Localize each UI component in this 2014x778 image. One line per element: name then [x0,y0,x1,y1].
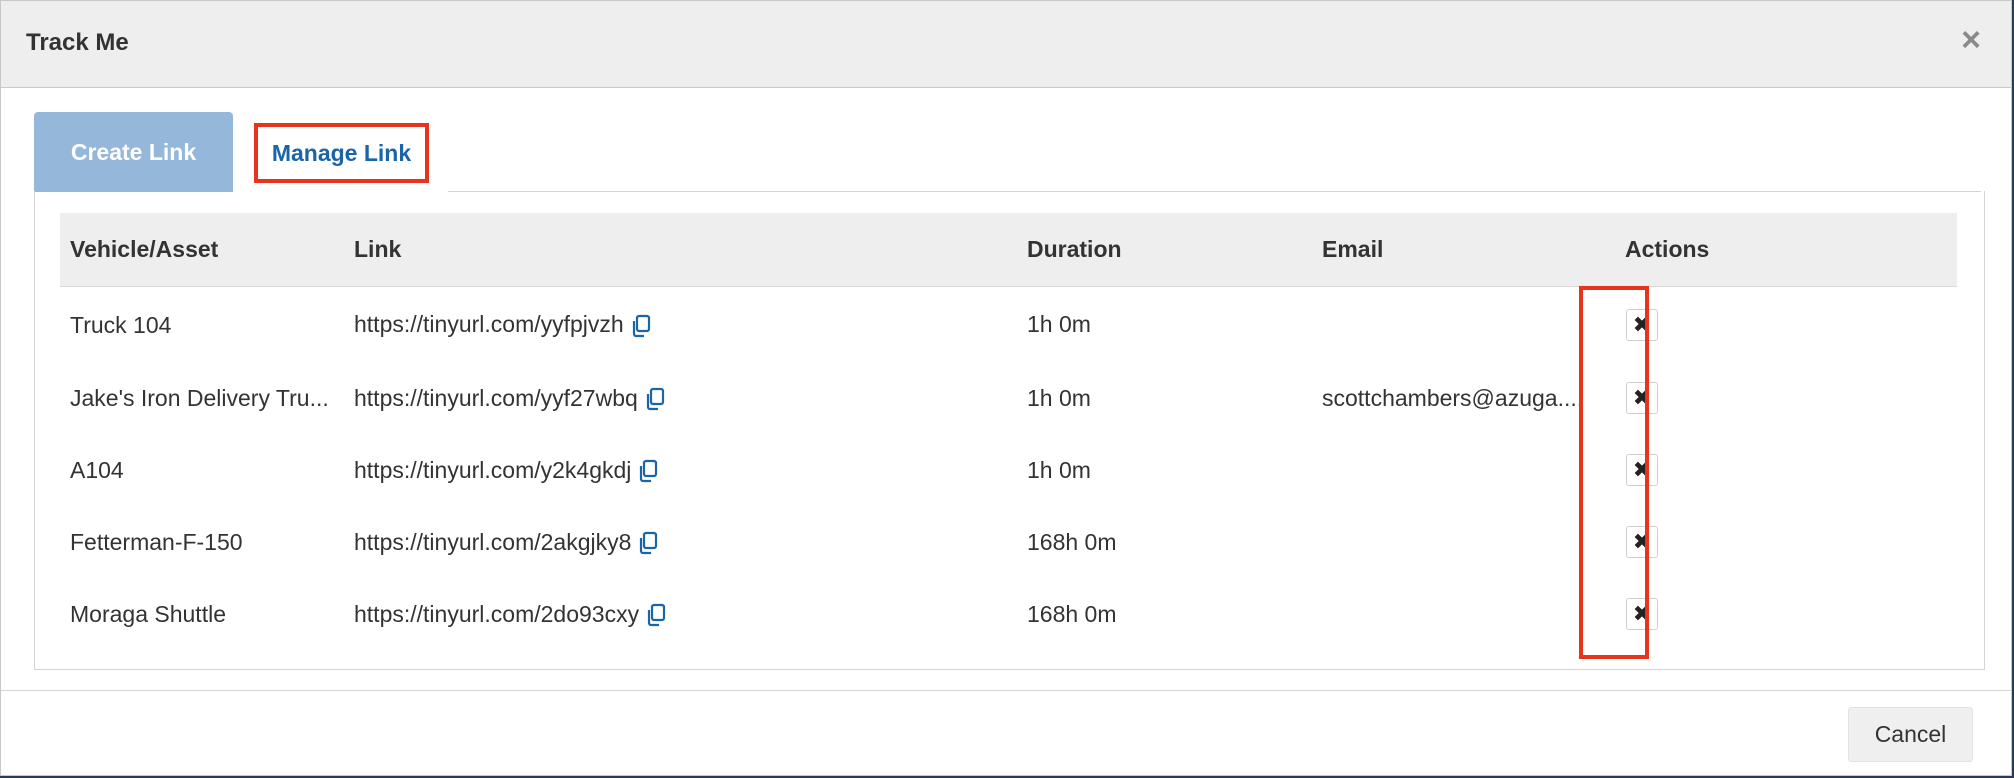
vehicle-cell: Truck 104 [70,311,172,338]
link-text[interactable]: https://tinyurl.com/yyfpjvzh [354,311,624,337]
table-row: Jake's Iron Delivery Tru... https://tiny… [60,362,1957,434]
header-email: Email [1312,213,1615,287]
email-cell [1312,578,1615,650]
delete-link-button[interactable]: ✖ [1626,382,1658,414]
copy-icon[interactable] [637,459,659,483]
copy-icon[interactable] [645,603,667,627]
table-row: Truck 104 https://tinyurl.com/yyfpjvzh 1… [60,287,1957,363]
link-text[interactable]: https://tinyurl.com/2do93cxy [354,601,639,627]
actions-cell: ✖ [1615,578,1957,650]
email-cell [1312,434,1615,506]
actions-cell: ✖ [1615,287,1957,363]
delete-link-button[interactable]: ✖ [1626,598,1658,630]
duration-cell: 1h 0m [1027,384,1091,411]
tab-create-link[interactable]: Create Link [34,112,233,192]
link-cell: https://tinyurl.com/2do93cxy [344,578,1017,650]
cancel-button[interactable]: Cancel [1848,707,1973,762]
copy-icon[interactable] [630,314,652,338]
link-text[interactable]: https://tinyurl.com/2akgjky8 [354,529,631,555]
table-header-row: Vehicle/Asset Link Duration Email Action… [60,213,1957,287]
copy-icon[interactable] [644,387,666,411]
footer-divider [1,690,2011,691]
duration-cell: 168h 0m [1027,600,1117,627]
tab-manage-link[interactable]: Manage Link [254,123,429,183]
actions-cell: ✖ [1615,506,1957,578]
actions-cell: ✖ [1615,434,1957,506]
table-row: A104 https://tinyurl.com/y2k4gkdj 1h 0m … [60,434,1957,506]
copy-icon[interactable] [637,531,659,555]
vehicle-cell: Fetterman-F-150 [70,529,243,556]
link-cell: https://tinyurl.com/yyfpjvzh [344,287,1017,363]
email-cell [1312,287,1615,363]
delete-link-button[interactable]: ✖ [1626,308,1658,341]
tab-create-link-label: Create Link [70,138,197,165]
vehicle-cell: Moraga Shuttle [70,601,226,628]
track-me-modal: Track Me × Create Link Manage Link Vehic… [0,0,2012,776]
header-link: Link [344,213,1017,287]
header-actions: Actions [1615,213,1957,287]
links-table: Vehicle/Asset Link Duration Email Action… [60,213,1957,650]
delete-link-button[interactable]: ✖ [1626,526,1658,558]
email-cell: scottchambers@azuga.... [1322,385,1584,412]
header-vehicle: Vehicle/Asset [60,213,344,287]
actions-cell: ✖ [1615,362,1957,434]
vehicle-cell: Jake's Iron Delivery Tru... [70,385,329,412]
table-row: Fetterman-F-150 https://tinyurl.com/2akg… [60,506,1957,578]
link-cell: https://tinyurl.com/y2k4gkdj [344,434,1017,506]
link-text[interactable]: https://tinyurl.com/yyf27wbq [354,385,638,411]
link-cell: https://tinyurl.com/2akgjky8 [344,506,1017,578]
header-duration: Duration [1017,213,1312,287]
modal-title: Track Me [26,29,129,56]
duration-cell: 168h 0m [1027,528,1117,555]
modal-header: Track Me × [1,1,2011,88]
delete-link-button[interactable]: ✖ [1626,454,1658,486]
email-cell [1312,506,1615,578]
link-text[interactable]: https://tinyurl.com/y2k4gkdj [354,457,631,483]
link-cell: https://tinyurl.com/yyf27wbq [344,362,1017,434]
duration-cell: 1h 0m [1027,456,1091,483]
tab-manage-link-label: Manage Link [271,139,412,166]
close-icon[interactable]: × [1961,23,1981,57]
vehicle-cell: A104 [70,457,124,484]
duration-cell: 1h 0m [1027,311,1091,337]
table-row: Moraga Shuttle https://tinyurl.com/2do93… [60,578,1957,650]
